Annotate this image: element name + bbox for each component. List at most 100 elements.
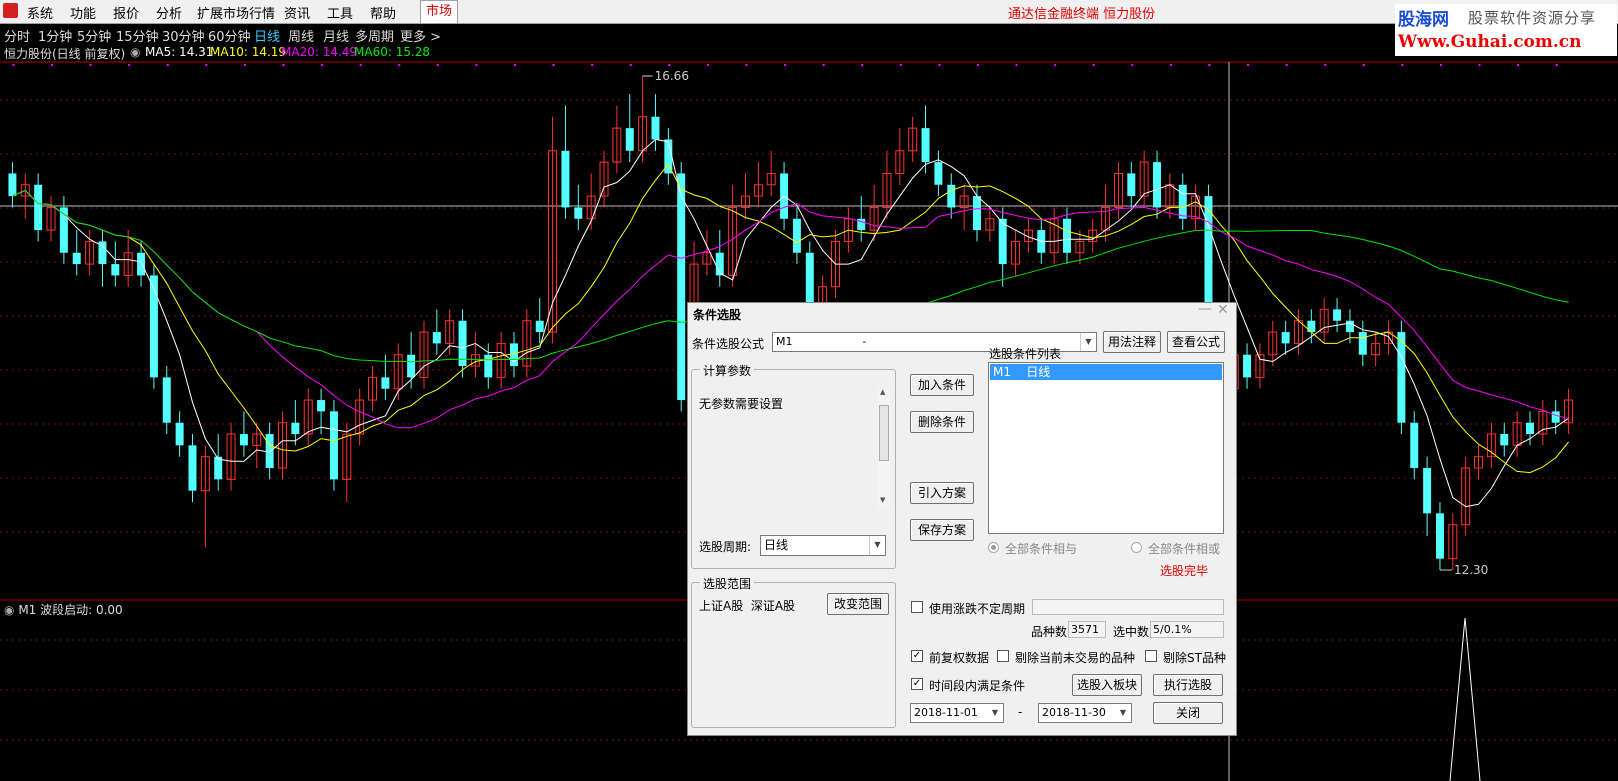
menu-tools[interactable]: 工具	[327, 3, 353, 22]
menu-function[interactable]: 功能	[70, 3, 96, 22]
save-plan-button[interactable]: 保存方案	[910, 519, 974, 541]
signal-dot	[243, 64, 246, 66]
restore-checkbox[interactable]: ✓	[911, 650, 923, 662]
period-60min[interactable]: 60分钟	[208, 26, 251, 45]
menu-extended-market[interactable]: 扩展市场行情	[197, 3, 275, 22]
period-weekly[interactable]: 周线	[288, 26, 314, 45]
ma60-value: MA60: 15.28	[354, 45, 431, 59]
period-more[interactable]: 更多 >	[400, 26, 441, 45]
params-scrollbar[interactable]: ▲ ▼	[878, 388, 890, 508]
chevron-down-icon: ▼	[991, 708, 999, 717]
count-value: 3571	[1068, 621, 1106, 638]
signal-dot	[1131, 64, 1134, 66]
period-select-value: 日线	[764, 538, 789, 552]
menu-analysis[interactable]: 分析	[156, 3, 182, 22]
menu-quote[interactable]: 报价	[113, 3, 139, 22]
candle-body	[625, 128, 634, 151]
period-intraday[interactable]: 分时	[4, 26, 30, 45]
params-group: 计算参数 无参数需要设置 ▲ ▼ 选股周期: 日线 ▼	[691, 362, 896, 569]
restore-label: 前复权数据	[929, 651, 990, 665]
candle-body	[677, 173, 686, 401]
execute-select-button[interactable]: 执行选股	[1153, 674, 1223, 696]
menu-system[interactable]: 系统	[27, 3, 53, 22]
signal-dot	[784, 64, 787, 66]
signal-dot	[1555, 64, 1558, 66]
period-1min[interactable]: 1分钟	[38, 26, 72, 45]
candle-body	[1526, 422, 1534, 435]
scroll-down-icon[interactable]: ▼	[880, 496, 885, 504]
period-daily[interactable]: 日线	[254, 26, 280, 45]
scope-group: 选股范围 上证A股 深证A股 改变范围	[691, 575, 896, 728]
period-5min[interactable]: 5分钟	[77, 26, 111, 45]
signal-dot	[976, 64, 979, 66]
period-multi[interactable]: 多周期	[355, 26, 394, 45]
signal-dot	[1247, 64, 1250, 66]
date-to-value: 2018-11-30	[1042, 706, 1106, 719]
formula-label: 条件选股公式	[692, 337, 765, 351]
candle-body	[934, 162, 943, 185]
period-label: 选股周期:	[699, 540, 752, 554]
timerange-label: 时间段内满足条件	[929, 679, 1026, 693]
ma-info-line: 恒力股份(日线 前复权) ◉ MA5: 14.31 MA10: 14.19 MA…	[0, 45, 1400, 61]
timerange-checkbox[interactable]: ✓	[911, 678, 923, 690]
signal-dot	[938, 64, 941, 66]
signal-dot	[1401, 64, 1404, 66]
menu-bar: 系统 功能 报价 分析 扩展市场行情 资讯 工具 帮助 市场 通达信金融终端 恒…	[0, 0, 1618, 24]
list-item[interactable]: M1 日线	[990, 364, 1222, 380]
add-to-block-button[interactable]: 选股入板块	[1072, 674, 1142, 696]
signal-dot	[1054, 64, 1057, 66]
close-button[interactable]: 关闭	[1153, 702, 1223, 724]
exclude-untraded-checkbox[interactable]	[997, 650, 1009, 662]
minimize-icon[interactable]: —	[1198, 301, 1212, 317]
candle-body	[1410, 422, 1419, 469]
indicator-toggle-icon[interactable]: ◉	[4, 603, 14, 617]
exclude-untraded-label: 剔除当前未交易的品种	[1015, 651, 1136, 665]
radio-all-or[interactable]	[1131, 542, 1142, 553]
menu-news[interactable]: 资讯	[284, 3, 310, 22]
status-text: 选股完毕	[1160, 564, 1209, 578]
candle-body	[972, 196, 981, 231]
info-toggle-icon[interactable]: ◉	[130, 45, 140, 59]
candle-body	[381, 377, 390, 389]
signal-dot	[1285, 64, 1288, 66]
radio-all-and[interactable]	[988, 542, 999, 553]
variable-period-checkbox[interactable]	[911, 601, 923, 613]
watermark-slogan: 股票软件资源分享	[1468, 9, 1597, 27]
signal-dot	[321, 64, 324, 66]
date-from-picker[interactable]: 2018-11-01 ▼	[910, 703, 1004, 723]
signal-dot	[436, 64, 439, 66]
scroll-up-icon[interactable]: ▲	[880, 388, 885, 396]
signal-dot	[822, 64, 825, 66]
period-bar: 分时 1分钟 5分钟 15分钟 30分钟 60分钟 日线 周线 月线 多周期 更…	[0, 24, 1400, 45]
change-scope-button[interactable]: 改变范围	[827, 593, 889, 615]
candle-body	[72, 252, 81, 265]
exclude-st-checkbox[interactable]	[1145, 650, 1157, 662]
view-formula-button[interactable]: 查看公式	[1167, 331, 1225, 353]
app-logo-icon	[3, 3, 18, 18]
import-plan-button[interactable]: 引入方案	[910, 482, 974, 504]
condition-list[interactable]: M1 日线	[988, 362, 1224, 534]
add-condition-button[interactable]: 加入条件	[910, 374, 974, 396]
usage-notes-button[interactable]: 用法注释	[1103, 331, 1161, 353]
candle-body	[407, 354, 416, 378]
market-tab[interactable]: 市场	[420, 0, 458, 24]
signal-dot	[1478, 64, 1481, 66]
menu-help[interactable]: 帮助	[370, 3, 396, 22]
close-icon[interactable]: ✕	[1217, 302, 1229, 318]
candle-body	[921, 128, 930, 163]
date-to-picker[interactable]: 2018-11-30 ▼	[1038, 703, 1132, 723]
delete-condition-button[interactable]: 删除条件	[910, 411, 974, 433]
period-select[interactable]: 日线 ▼	[760, 535, 886, 556]
period-15min[interactable]: 15分钟	[116, 26, 159, 45]
period-30min[interactable]: 30分钟	[162, 26, 205, 45]
period-monthly[interactable]: 月线	[323, 26, 349, 45]
radio-all-or-label: 全部条件相或	[1148, 542, 1221, 556]
scroll-thumb[interactable]	[879, 405, 889, 461]
candle-body	[1358, 332, 1367, 355]
signal-dot	[166, 64, 169, 66]
signal-dot	[745, 64, 748, 66]
candle-body	[1153, 162, 1162, 208]
signal-dot	[1092, 64, 1095, 66]
signal-dot	[899, 64, 902, 66]
candle-body	[329, 411, 338, 480]
